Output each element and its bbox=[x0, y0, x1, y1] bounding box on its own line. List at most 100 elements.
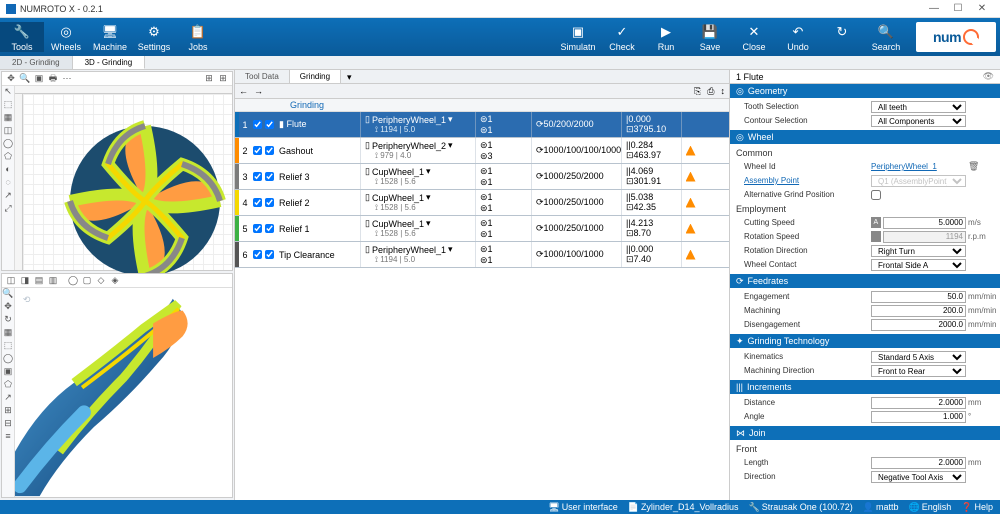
viewer-3d-canvas[interactable]: ⟲ bbox=[15, 288, 232, 497]
v3-s9[interactable]: ↗ bbox=[2, 392, 14, 405]
select-kinematics[interactable]: Standard 5 Axis bbox=[871, 351, 966, 363]
vt-btn-1[interactable]: ↖ bbox=[2, 86, 14, 99]
ribbon-tools[interactable]: 🔧Tools bbox=[0, 22, 44, 52]
viewer-tool-more-icon[interactable]: ⋯ bbox=[60, 73, 74, 85]
paste-icon[interactable]: ⎙ bbox=[707, 86, 714, 97]
row-wheel[interactable]: ▯ CupWheel_1 ▾ bbox=[365, 192, 475, 203]
v3-s8[interactable]: ⬠ bbox=[2, 379, 14, 392]
row-check-1[interactable] bbox=[253, 250, 262, 259]
vt-btn-7[interactable]: ◐ bbox=[2, 164, 14, 177]
viewer-tool-fit-icon[interactable]: ▣ bbox=[32, 73, 46, 85]
input-disengagement[interactable] bbox=[871, 319, 966, 331]
status-user[interactable]: 👤 mattb bbox=[860, 502, 902, 513]
v3-mode3-icon[interactable]: ▤ bbox=[32, 275, 46, 287]
row-check-1[interactable] bbox=[253, 198, 262, 207]
vt-btn-5[interactable]: ◯ bbox=[2, 138, 14, 151]
row-wheel[interactable]: ▯ CupWheel_1 ▾ bbox=[365, 166, 475, 177]
tab-2d-grinding[interactable]: 2D - Grinding bbox=[0, 56, 73, 69]
status-help[interactable]: ❓ Help bbox=[958, 502, 996, 513]
eye-icon[interactable]: 👁 bbox=[983, 71, 994, 82]
row-check-1[interactable] bbox=[253, 120, 262, 129]
v3-s10[interactable]: ⊞ bbox=[2, 405, 14, 418]
select-machining-direction[interactable]: Front to Rear bbox=[871, 365, 966, 377]
viewer-tool-pan-icon[interactable]: ✥ bbox=[4, 73, 18, 85]
section-increments[interactable]: |||Increments bbox=[730, 380, 1000, 394]
copy-icon[interactable]: ⎘ bbox=[694, 86, 701, 97]
input-length[interactable] bbox=[871, 457, 966, 469]
vt-btn-9[interactable]: ↗ bbox=[2, 190, 14, 203]
input-distance[interactable] bbox=[871, 397, 966, 409]
row-check-2[interactable] bbox=[265, 120, 274, 129]
grid-row[interactable]: 3Relief 3▯ CupWheel_1 ▾⟟ 1528 | 5.6⊜1⊜1⟳… bbox=[235, 164, 729, 190]
select-wheel-contact[interactable]: Frontal Side A bbox=[871, 259, 966, 271]
row-check-2[interactable] bbox=[265, 146, 274, 155]
v3-shade3-icon[interactable]: ◇ bbox=[94, 275, 108, 287]
mid-tab-tool-data[interactable]: Tool Data bbox=[235, 70, 290, 83]
select-rotation-direction[interactable]: Right Turn bbox=[871, 245, 966, 257]
section-geometry[interactable]: ◎Geometry bbox=[730, 84, 1000, 98]
ribbon-jobs[interactable]: 📋Jobs bbox=[176, 22, 220, 52]
status-language[interactable]: 🌐 English bbox=[906, 502, 955, 513]
v3-shade2-icon[interactable]: ▢ bbox=[80, 275, 94, 287]
v3-mode4-icon[interactable]: ▥ bbox=[46, 275, 60, 287]
ribbon-close[interactable]: ✕Close bbox=[732, 22, 776, 52]
grid-row[interactable]: 1▮ Flute▯ PeripheryWheel_1 ▾⟟ 1194 | 5.0… bbox=[235, 112, 729, 138]
row-check-1[interactable] bbox=[253, 172, 262, 181]
status-file[interactable]: 📄 Zylinder_D14_Vollradius bbox=[625, 502, 742, 513]
input-cutting-speed[interactable] bbox=[883, 217, 966, 229]
lbl-assembly-point[interactable]: Assembly Point bbox=[736, 176, 871, 185]
vt-btn-8[interactable]: ◌ bbox=[2, 177, 14, 190]
row-check-2[interactable] bbox=[265, 224, 274, 233]
link-wheel-id[interactable]: PeripheryWheel_1 bbox=[871, 162, 966, 171]
viewer-2d-canvas[interactable] bbox=[23, 94, 232, 270]
ribbon-machine[interactable]: 🖥Machine bbox=[88, 22, 132, 52]
v3-s11[interactable]: ⊟ bbox=[2, 418, 14, 431]
input-engagement[interactable] bbox=[871, 291, 966, 303]
ribbon-search[interactable]: 🔍Search bbox=[864, 22, 908, 52]
row-check-2[interactable] bbox=[265, 198, 274, 207]
maximize-button[interactable]: ☐ bbox=[946, 3, 970, 14]
vt-btn-3[interactable]: ▦ bbox=[2, 112, 14, 125]
row-check-1[interactable] bbox=[253, 224, 262, 233]
viewer-add-right-icon[interactable]: ⊞ bbox=[216, 73, 230, 85]
select-direction[interactable]: Negative Tool Axis bbox=[871, 471, 966, 483]
ribbon-simulatn[interactable]: ▣Simulatn bbox=[556, 22, 600, 52]
input-angle[interactable] bbox=[871, 411, 966, 423]
v3-s1[interactable]: 🔍 bbox=[2, 288, 14, 301]
grid-row[interactable]: 6Tip Clearance▯ PeripheryWheel_1 ▾⟟ 1194… bbox=[235, 242, 729, 268]
mid-tab-more-icon[interactable]: ▾ bbox=[341, 70, 358, 83]
vt-btn-2[interactable]: ⬚ bbox=[2, 99, 14, 112]
v3-s4[interactable]: ▦ bbox=[2, 327, 14, 340]
v3-s12[interactable]: ≡ bbox=[2, 431, 14, 444]
vt-btn-4[interactable]: ◫ bbox=[2, 125, 14, 138]
v3-s3[interactable]: ↻ bbox=[2, 314, 14, 327]
v3-mode2-icon[interactable]: ◨ bbox=[18, 275, 32, 287]
v3-mode1-icon[interactable]: ◫ bbox=[4, 275, 18, 287]
v3-s6[interactable]: ◯ bbox=[2, 353, 14, 366]
arrow-left-icon[interactable]: ← bbox=[239, 86, 248, 96]
v3-s2[interactable]: ✥ bbox=[2, 301, 14, 314]
row-wheel[interactable]: ▯ PeripheryWheel_2 ▾ bbox=[365, 140, 475, 151]
grid-row[interactable]: 4Relief 2▯ CupWheel_1 ▾⟟ 1528 | 5.6⊜1⊜1⟳… bbox=[235, 190, 729, 216]
v3-shade1-icon[interactable]: ◯ bbox=[66, 275, 80, 287]
grid-row[interactable]: 5Relief 1▯ CupWheel_1 ▾⟟ 1528 | 5.6⊜1⊜1⟳… bbox=[235, 216, 729, 242]
trash-icon[interactable]: 🗑 bbox=[968, 161, 979, 171]
ribbon-save[interactable]: 💾Save bbox=[688, 22, 732, 52]
section-join[interactable]: ⋈Join bbox=[730, 426, 1000, 440]
viewer-tool-print-icon[interactable]: 🖶 bbox=[46, 73, 60, 85]
viewer-tool-zoom-icon[interactable]: 🔍 bbox=[18, 73, 32, 85]
ribbon-wheels[interactable]: ◎Wheels bbox=[44, 22, 88, 52]
vt-btn-10[interactable]: ⤢ bbox=[2, 203, 14, 216]
input-machining[interactable] bbox=[871, 305, 966, 317]
check-alt-grind[interactable] bbox=[871, 190, 881, 200]
close-button[interactable]: ✕ bbox=[970, 3, 994, 14]
vt-btn-6[interactable]: ⬠ bbox=[2, 151, 14, 164]
ribbon-run[interactable]: ▶Run bbox=[644, 22, 688, 52]
row-wheel[interactable]: ▯ PeripheryWheel_1 ▾ bbox=[365, 244, 475, 255]
v3-s5[interactable]: ⬚ bbox=[2, 340, 14, 353]
section-grinding-tech[interactable]: ✦Grinding Technology bbox=[730, 334, 1000, 348]
mid-tab-grinding[interactable]: Grinding bbox=[290, 70, 341, 83]
ribbon-action[interactable]: ↻ bbox=[820, 22, 864, 52]
row-check-2[interactable] bbox=[265, 172, 274, 181]
arrow-right-icon[interactable]: → bbox=[254, 86, 263, 96]
